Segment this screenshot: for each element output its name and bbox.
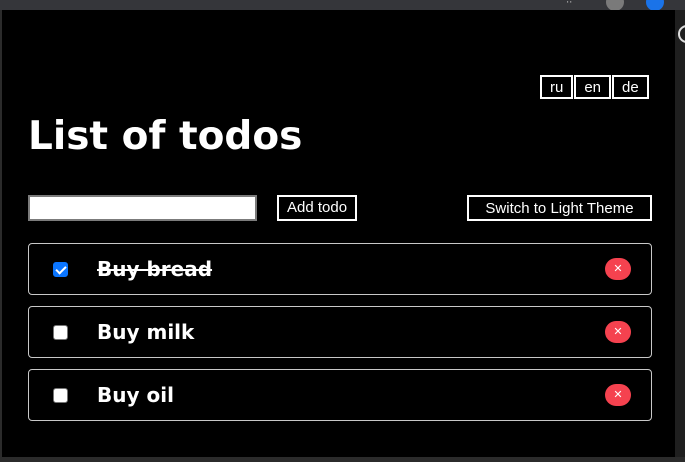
- browser-bottom-strip: [0, 457, 685, 462]
- todo-text: Buy milk: [97, 320, 195, 344]
- delete-todo-button[interactable]: ✕: [605, 384, 631, 406]
- close-icon: ✕: [613, 262, 623, 275]
- new-todo-input[interactable]: [28, 195, 257, 221]
- browser-edge-icon: [678, 25, 685, 43]
- delete-todo-button[interactable]: ✕: [605, 321, 631, 343]
- todo-text: Buy bread: [97, 257, 213, 281]
- language-button-de[interactable]: de: [612, 75, 649, 99]
- todo-checkbox[interactable]: [53, 325, 68, 340]
- close-icon: ✕: [613, 325, 623, 338]
- page-title: List of todos: [28, 114, 303, 159]
- todo-text: Buy oil: [97, 383, 174, 407]
- browser-toolbar-strip: ⁝⁝: [0, 0, 685, 11]
- browser-side-strip: [675, 10, 685, 462]
- extensions-icon[interactable]: ⁝⁝: [566, 0, 580, 6]
- language-button-ru[interactable]: ru: [540, 75, 574, 99]
- todo-app-popup: ru en de List of todos Add todo Switch t…: [2, 10, 675, 457]
- todo-item: Buy milk ✕: [28, 306, 652, 358]
- todo-list: Buy bread ✕ Buy milk ✕ Buy oil ✕: [28, 243, 652, 432]
- todo-item: Buy oil ✕: [28, 369, 652, 421]
- close-icon: ✕: [613, 388, 623, 401]
- todo-checkbox[interactable]: [53, 262, 68, 277]
- language-switcher: ru en de: [540, 75, 650, 99]
- delete-todo-button[interactable]: ✕: [605, 258, 631, 280]
- todo-item: Buy bread ✕: [28, 243, 652, 295]
- todo-checkbox[interactable]: [53, 388, 68, 403]
- add-todo-button[interactable]: Add todo: [277, 195, 358, 221]
- language-button-en[interactable]: en: [574, 75, 612, 99]
- theme-toggle-button[interactable]: Switch to Light Theme: [467, 195, 652, 221]
